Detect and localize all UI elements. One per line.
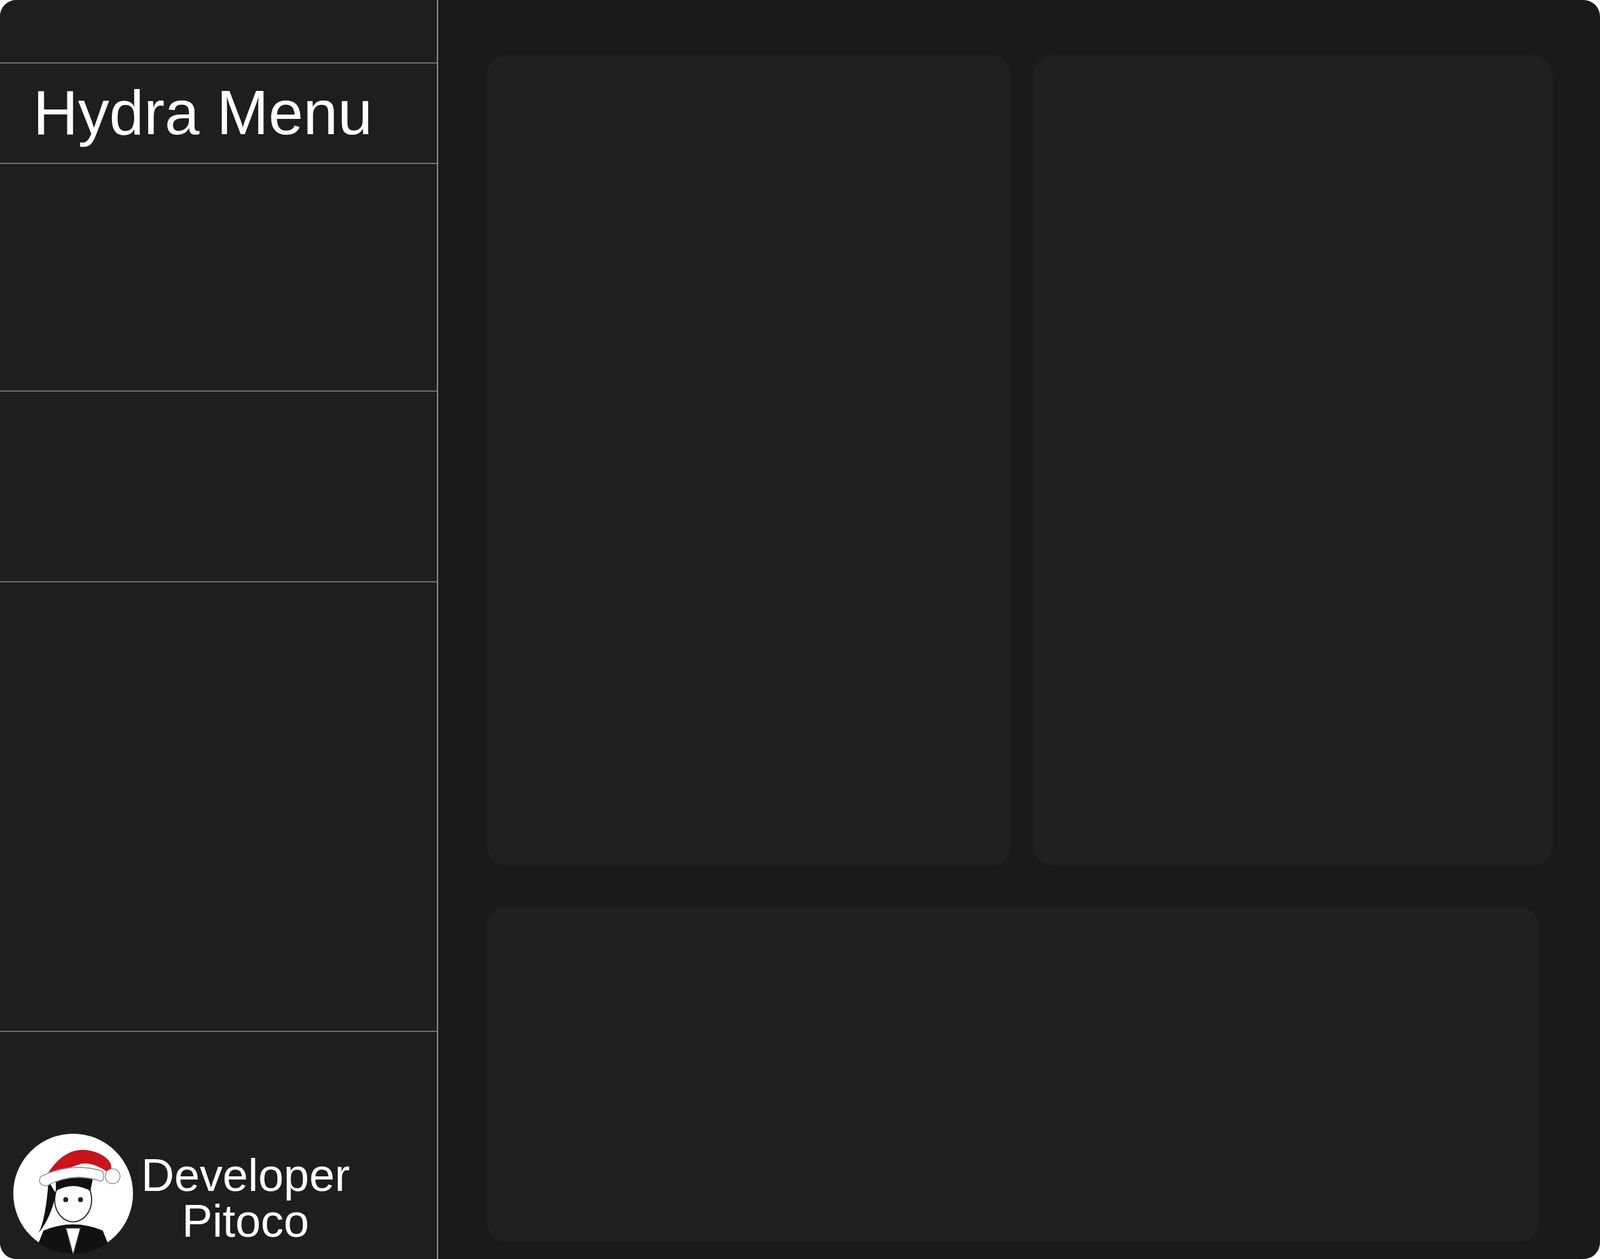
content-panel bbox=[486, 906, 1539, 1242]
sidebar-section bbox=[0, 0, 437, 64]
menu-title: Hydra Menu bbox=[33, 78, 373, 148]
content-panel bbox=[486, 55, 1012, 866]
sidebar-section[interactable] bbox=[0, 391, 437, 583]
developer-role: Developer bbox=[141, 1152, 350, 1199]
sidebar-header: Hydra Menu bbox=[0, 63, 437, 165]
sidebar-section[interactable] bbox=[0, 164, 437, 392]
developer-name: Pitoco bbox=[181, 1198, 310, 1244]
content-panel bbox=[1032, 55, 1553, 866]
sidebar: Hydra Menu Devel bbox=[0, 0, 439, 1259]
avatar-icon bbox=[11, 1131, 135, 1256]
sidebar-section[interactable] bbox=[0, 582, 437, 1033]
app-window: Hydra Menu Devel bbox=[0, 0, 1600, 1259]
content-area bbox=[438, 0, 1600, 1259]
developer-credit: DeveloperPitoco bbox=[141, 1152, 350, 1256]
developer-footer: DeveloperPitoco bbox=[0, 1032, 437, 1259]
